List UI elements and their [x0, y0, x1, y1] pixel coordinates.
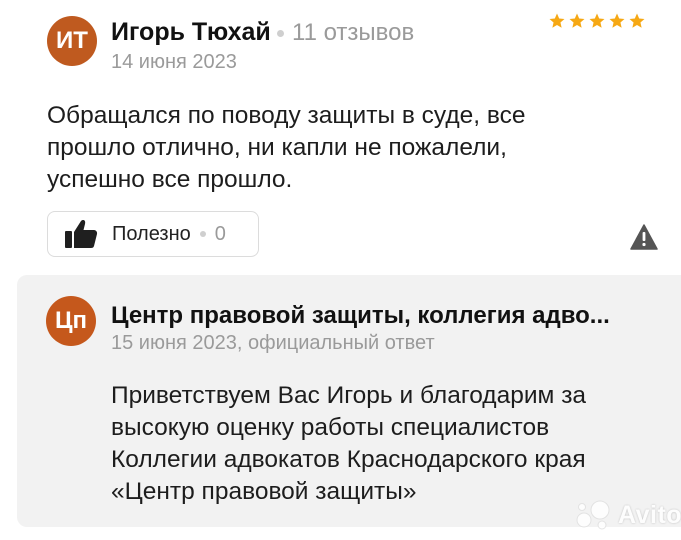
- star-icon: [569, 13, 585, 28]
- organization-avatar[interactable]: Цп: [46, 296, 96, 346]
- reply-text: Приветствуем Вас Игорь и благодарим за в…: [111, 382, 587, 505]
- organization-name[interactable]: Центр правовой защиты, коллегия адво...: [111, 302, 610, 330]
- separator-dot: [277, 30, 284, 37]
- star-icon: [589, 13, 605, 28]
- avito-watermark: Avito: [572, 500, 681, 530]
- author-review-count[interactable]: 11 отзывов: [292, 19, 414, 47]
- rating-stars: [548, 12, 646, 30]
- author-avatar[interactable]: ИТ: [47, 16, 97, 66]
- helpful-count: 0: [214, 222, 226, 245]
- star-icon: [629, 13, 645, 28]
- review-date: 14 июня 2023: [111, 51, 237, 73]
- author-name[interactable]: Игорь Тюхай: [111, 18, 271, 47]
- avito-watermark-text: Avito: [618, 500, 681, 529]
- reply-date: 15 июня 2023, официальный ответ: [111, 332, 435, 354]
- star-icon: [609, 13, 625, 28]
- helpful-label: Полезно: [112, 222, 191, 245]
- separator-dot: [199, 231, 206, 237]
- helpful-button[interactable]: Полезно 0: [47, 211, 259, 257]
- avito-logo-icon: [576, 500, 610, 530]
- review-text: Обращался по поводу защиты в суде, все п…: [47, 102, 526, 193]
- thumbs-up-icon: [65, 220, 98, 248]
- star-icon: [549, 13, 565, 28]
- report-warning-icon[interactable]: [630, 224, 658, 250]
